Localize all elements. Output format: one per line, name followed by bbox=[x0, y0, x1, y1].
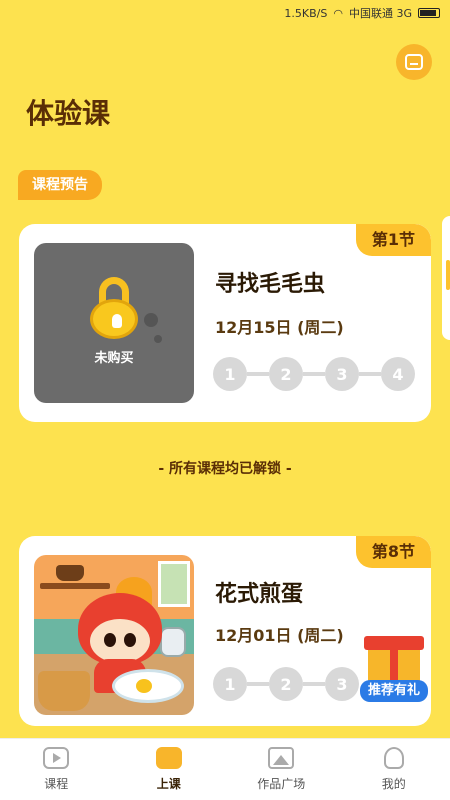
course-preview-chip: 课程预告 bbox=[18, 170, 102, 200]
step-1: 1 bbox=[213, 357, 247, 391]
status-bar: 1.5KB/S ◠ 中国联通 3G bbox=[0, 0, 450, 26]
tv-icon-button[interactable] bbox=[396, 44, 432, 80]
step-connector bbox=[303, 372, 325, 376]
tab-gallery[interactable]: 作品广场 bbox=[225, 739, 338, 800]
tab-profile[interactable]: 我的 bbox=[338, 739, 450, 800]
lesson-date: 12月01日 (周二) bbox=[215, 626, 344, 645]
step-connector bbox=[247, 372, 269, 376]
page-title: 体验课 bbox=[26, 97, 111, 130]
lesson-steps: 1 2 3 bbox=[213, 667, 359, 701]
all-unlocked-note: - 所有课程均已解锁 - bbox=[158, 461, 292, 477]
carrier-name: 中国联通 3G bbox=[348, 7, 412, 20]
step-1: 1 bbox=[213, 667, 247, 701]
step-connector bbox=[247, 682, 269, 686]
egg-basket bbox=[38, 671, 90, 711]
tab-label: 我的 bbox=[381, 777, 406, 791]
step-2: 2 bbox=[269, 667, 303, 701]
not-purchased-label: 未购买 bbox=[94, 351, 134, 366]
step-connector bbox=[303, 682, 325, 686]
lesson-steps: 1 2 3 4 bbox=[213, 357, 415, 391]
step-4: 4 bbox=[381, 357, 415, 391]
profile-icon bbox=[383, 747, 404, 769]
tab-label: 作品广场 bbox=[257, 777, 306, 791]
step-3: 3 bbox=[325, 357, 359, 391]
tab-label: 上课 bbox=[156, 777, 181, 791]
play-icon bbox=[43, 747, 70, 769]
network-speed: 1.5KB/S bbox=[284, 6, 328, 20]
lesson-thumbnail-locked: 未购买 bbox=[34, 243, 194, 403]
battery-icon bbox=[418, 8, 440, 18]
lesson-number-badge: 第1节 bbox=[355, 224, 431, 256]
gift-label: 推荐有礼 bbox=[360, 680, 428, 702]
gift-ribbon bbox=[390, 636, 398, 684]
pot bbox=[56, 565, 84, 581]
lesson-date: 12月15日 (周二) bbox=[215, 318, 344, 337]
lesson-card[interactable]: 第1节 未购买 寻找毛毛虫 12月15日 (周二) 1 2 3 4 bbox=[19, 224, 431, 422]
kitchen-window bbox=[158, 561, 190, 607]
tab-courses[interactable]: 课程 bbox=[0, 739, 113, 800]
shelf bbox=[40, 583, 110, 589]
decor-dot bbox=[144, 313, 158, 327]
lesson-number-badge: 第8节 bbox=[355, 536, 431, 568]
mascot-face bbox=[90, 619, 150, 663]
lesson-title: 寻找毛毛虫 bbox=[215, 272, 326, 297]
step-2: 2 bbox=[269, 357, 303, 391]
fried-egg bbox=[136, 679, 152, 693]
lock-icon bbox=[90, 277, 138, 339]
step-connector bbox=[359, 372, 381, 376]
next-card-edge[interactable] bbox=[442, 216, 450, 340]
gallery-icon bbox=[268, 747, 295, 769]
tab-class[interactable]: 上课 bbox=[113, 739, 226, 800]
lesson-thumbnail-image bbox=[34, 555, 194, 715]
wifi-icon: ◠ bbox=[333, 6, 343, 20]
referral-gift-button[interactable]: 推荐有礼 bbox=[360, 628, 428, 706]
decor-dot bbox=[154, 335, 162, 343]
bottom-tab-bar: 课程 上课 作品广场 我的 bbox=[0, 738, 450, 800]
step-3: 3 bbox=[325, 667, 359, 701]
class-icon bbox=[155, 747, 182, 769]
tv-icon bbox=[405, 54, 423, 70]
robot-figure bbox=[160, 627, 186, 657]
tab-label: 课程 bbox=[44, 777, 69, 791]
lesson-title: 花式煎蛋 bbox=[215, 582, 304, 607]
